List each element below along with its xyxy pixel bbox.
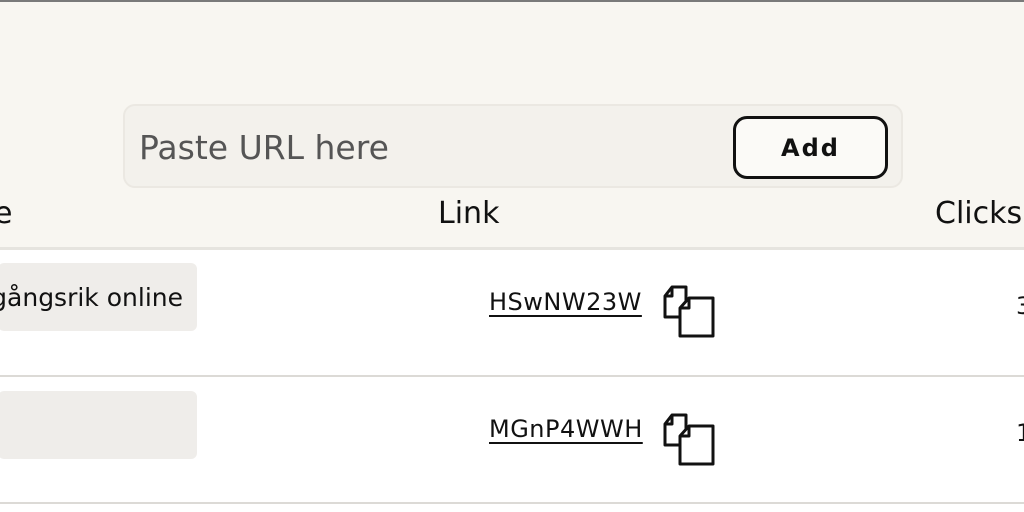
row-divider	[0, 502, 1024, 504]
short-link[interactable]: HSwNW23W	[489, 288, 642, 316]
table-row: MGnP4WWH 1	[0, 377, 1024, 502]
copy-icon[interactable]	[660, 284, 720, 340]
table-row: gångsrik online HSwNW23W 3	[0, 250, 1024, 375]
links-table: gångsrik online HSwNW23W 3 MGnP4WWH 1	[0, 250, 1024, 512]
copy-icon[interactable]	[660, 412, 720, 468]
column-header-clicks[interactable]: Clicks	[935, 196, 1022, 231]
link-name-field[interactable]	[0, 391, 197, 459]
url-input[interactable]	[137, 116, 721, 178]
window-top-border	[0, 0, 1024, 2]
column-header-link[interactable]: Link	[438, 196, 499, 231]
add-url-form: Add	[123, 104, 903, 188]
click-count: 1	[1016, 419, 1024, 447]
table-header: e Link Clicks	[0, 188, 1024, 248]
link-name-text: gångsrik online	[0, 282, 183, 312]
link-name-field[interactable]: gångsrik online	[0, 263, 197, 331]
short-link[interactable]: MGnP4WWH	[489, 415, 643, 443]
column-header-name[interactable]: e	[0, 196, 12, 231]
click-count: 3	[1016, 292, 1024, 320]
add-button[interactable]: Add	[733, 116, 888, 179]
